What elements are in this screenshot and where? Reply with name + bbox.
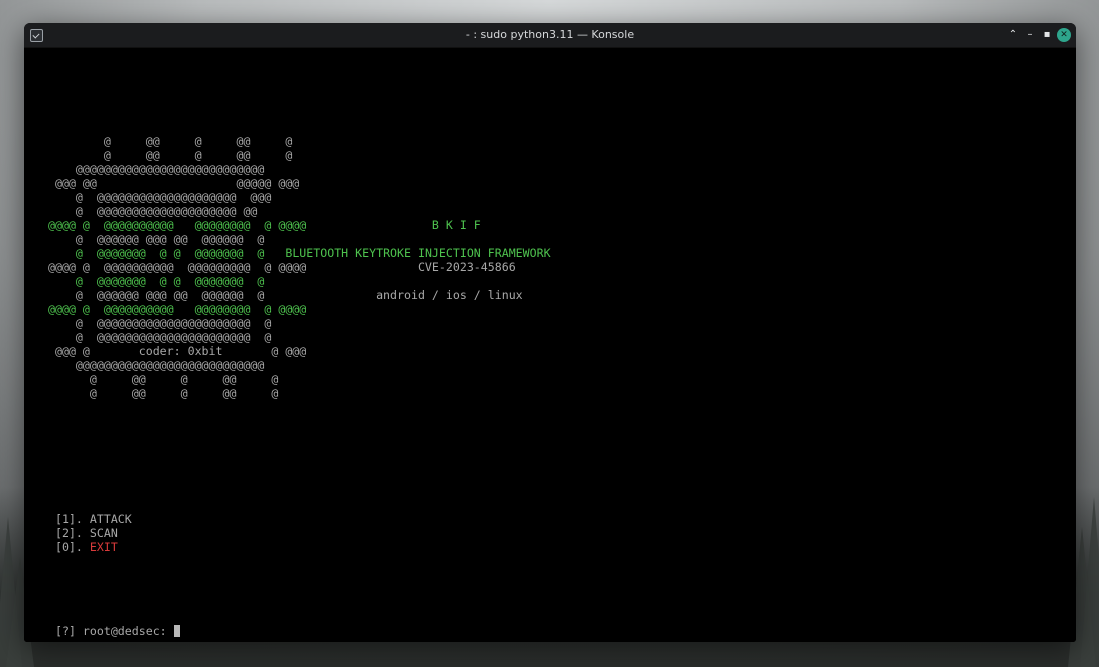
- banner-line: @ @@@@@@ @@@ @@ @@@@@@ @ android / ios /…: [48, 288, 551, 302]
- banner-line: @ @@@@@@@@@@@@@@@@@@@@ @@@: [48, 190, 551, 204]
- konsole-window: - : sudo python3.11 — Konsole ⌃ – ▪ ✕ @ …: [24, 23, 1076, 642]
- banner-segment: android / ios / linux: [376, 288, 523, 302]
- terminal-area[interactable]: @ @@ @ @@ @ @ @@ @ @@ @ @@@@@@@@@@@@@@@@…: [24, 48, 1076, 642]
- window-title: - : sudo python3.11 — Konsole: [465, 28, 635, 41]
- menu-item-scan[interactable]: [2]. SCAN: [48, 526, 551, 540]
- banner-line: @ @@@@@@@ @ @ @@@@@@@ @: [48, 274, 551, 288]
- banner-line: @@@@ @ @@@@@@@@@@ @@@@@@@@ @ @@@@: [48, 302, 551, 316]
- banner-line: @ @@@@@@ @@@ @@ @@@@@@ @: [48, 232, 551, 246]
- banner-segment: @@@@ @ @@@@@@@@@@ @@@@@@@@@ @ @@@@: [48, 260, 307, 274]
- banner-line: @ @@@@@@@@@@@@@@@@@@@@ @@: [48, 204, 551, 218]
- banner-segment: @ @@ @ @@ @: [48, 372, 279, 386]
- banner-segment: [264, 288, 376, 302]
- banner-line: @@@@ @ @@@@@@@@@@ @@@@@@@@ @ @@@@ B K I …: [48, 218, 551, 232]
- banner-line: @@@@ @ @@@@@@@@@@ @@@@@@@@@ @ @@@@ CVE-2…: [48, 260, 551, 274]
- command-prompt[interactable]: [?] root@dedsec:: [48, 624, 551, 638]
- terminal-output: @ @@ @ @@ @ @ @@ @ @@ @ @@@@@@@@@@@@@@@@…: [48, 106, 551, 642]
- keep-above-icon[interactable]: ⌃: [1006, 28, 1020, 42]
- banner-line: @ @@@@@@@@@@@@@@@@@@@@@@ @: [48, 316, 551, 330]
- minimize-icon[interactable]: –: [1023, 28, 1037, 42]
- banner-line: @ @@@@@@@@@@@@@@@@@@@@@@ @: [48, 330, 551, 344]
- banner-segment: @ @@@@@@@ @ @ @@@@@@@ @: [48, 246, 265, 260]
- banner-segment: BLUETOOTH KEYTROKE INJECTION FRAMEWORK: [285, 246, 551, 260]
- banner-segment: @@@ @@ @@@@@ @@@: [48, 176, 300, 190]
- banner-segment: B K I F: [431, 218, 481, 232]
- banner-line: @@@@@@@@@@@@@@@@@@@@@@@@@@@: [48, 162, 551, 176]
- menu-item-number: [2].: [48, 526, 90, 540]
- menu-item-number: [0].: [48, 540, 90, 554]
- banner-segment: @@@@@@@@@@@@@@@@@@@@@@@@@@@: [48, 358, 265, 372]
- menu-item-number: [1].: [48, 512, 90, 526]
- banner-segment: @@@@@@@@@@@@@@@@@@@@@@@@@@@: [48, 162, 265, 176]
- banner-line: @@@ @ coder: 0xbit @ @@@: [48, 344, 551, 358]
- menu-item-label: EXIT: [89, 540, 118, 554]
- banner-segment: @ @@@@@@@@@@@@@@@@@@@@ @@: [48, 204, 258, 218]
- banner-segment: [306, 260, 418, 274]
- banner-line: @@@ @@ @@@@@ @@@: [48, 176, 551, 190]
- banner-segment: [306, 218, 432, 232]
- prompt-text: [?] root@dedsec:: [48, 624, 174, 638]
- menu-item-exit[interactable]: [0]. EXIT: [48, 540, 551, 554]
- window-controls: ⌃ – ▪ ✕: [1006, 28, 1071, 42]
- banner-line: @ @@ @ @@ @: [48, 372, 551, 386]
- banner-line: @ @@ @ @@ @: [48, 134, 551, 148]
- menu-item-label: SCAN: [89, 526, 118, 540]
- banner-segment: @ @@@@@@ @@@ @@ @@@@@@ @: [48, 232, 265, 246]
- banner-segment: @@@ @ coder: 0xbit @ @@@: [48, 344, 307, 358]
- banner-segment: @ @@@@@@@@@@@@@@@@@@@@@@ @: [48, 316, 272, 330]
- banner-segment: @@@@ @ @@@@@@@@@@ @@@@@@@@ @ @@@@: [48, 302, 307, 316]
- banner-segment: @ @@@@@@ @@@ @@ @@@@@@ @: [48, 288, 265, 302]
- banner-line: @@@@@@@@@@@@@@@@@@@@@@@@@@@: [48, 358, 551, 372]
- menu-item-attack[interactable]: [1]. ATTACK: [48, 512, 551, 526]
- banner-segment: [264, 246, 285, 260]
- banner-line: @ @@ @ @@ @: [48, 386, 551, 400]
- banner-segment: @ @@@@@@@ @ @ @@@@@@@ @: [48, 274, 265, 288]
- banner-line: @ @@@@@@@ @ @ @@@@@@@ @ BLUETOOTH KEYTRO…: [48, 246, 551, 260]
- banner-segment: CVE-2023-45866: [417, 260, 516, 274]
- banner-segment: @ @@@@@@@@@@@@@@@@@@@@ @@@: [48, 190, 272, 204]
- close-icon[interactable]: ✕: [1057, 28, 1071, 42]
- banner-segment: @ @@ @ @@ @: [48, 386, 279, 400]
- banner-segment: @@@@ @ @@@@@@@@@@ @@@@@@@@ @ @@@@: [48, 218, 307, 232]
- window-titlebar[interactable]: - : sudo python3.11 — Konsole ⌃ – ▪ ✕: [24, 23, 1076, 48]
- banner-segment: @ @@@@@@@@@@@@@@@@@@@@@@ @: [48, 330, 272, 344]
- menu-item-label: ATTACK: [89, 512, 132, 526]
- banner-line: @ @@ @ @@ @: [48, 148, 551, 162]
- maximize-icon[interactable]: ▪: [1040, 28, 1054, 42]
- main-menu: [1]. ATTACK [2]. SCAN [0]. EXIT: [48, 512, 551, 554]
- banner-segment: @ @@ @ @@ @: [48, 148, 293, 162]
- banner-segment: @ @@ @ @@ @: [48, 134, 293, 148]
- text-cursor: [173, 625, 180, 637]
- ascii-banner: @ @@ @ @@ @ @ @@ @ @@ @ @@@@@@@@@@@@@@@@…: [48, 134, 551, 400]
